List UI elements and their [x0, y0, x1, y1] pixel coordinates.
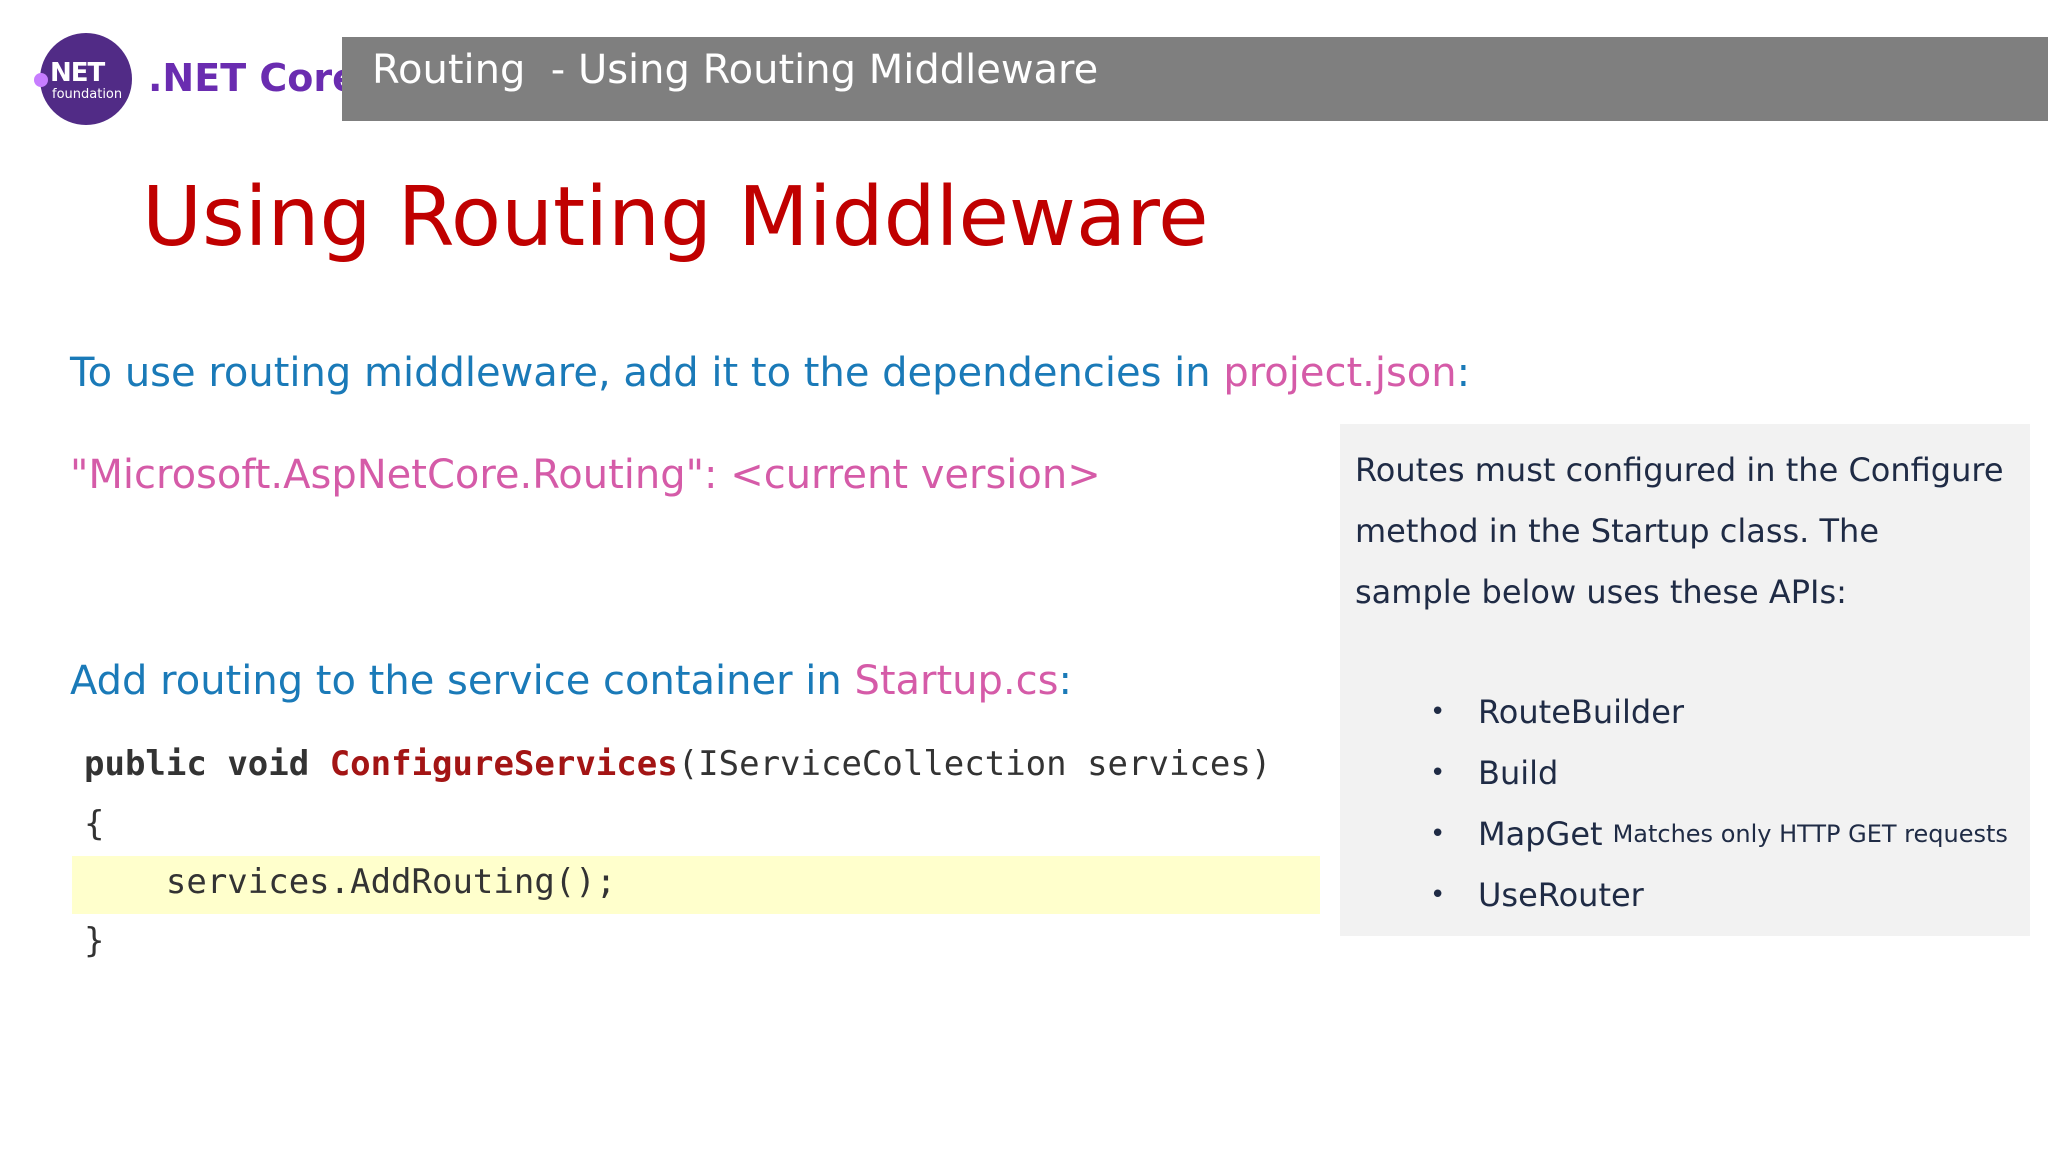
- logo-dot-icon: [34, 73, 48, 87]
- code-line-signature: public void ConfigureServices(IServiceCo…: [84, 744, 1271, 784]
- logo-net-text: NET: [50, 58, 105, 88]
- code-line-open-brace: {: [84, 804, 105, 844]
- bullet-icon: •: [1430, 757, 1446, 788]
- bullet-icon: •: [1430, 879, 1446, 910]
- service-filename: Startup.cs: [854, 658, 1059, 704]
- service-text-end: :: [1058, 658, 1072, 704]
- code-keyword-void: void: [227, 744, 310, 784]
- api-note: Matches only HTTP GET requests: [1612, 819, 2008, 848]
- brand-name: .NET Core: [148, 56, 358, 100]
- side-panel-description: Routes must configured in the Configure …: [1355, 451, 2004, 611]
- list-item: • MapGet Matches only HTTP GET requests: [1430, 803, 2008, 864]
- api-name: UseRouter: [1478, 875, 1644, 914]
- list-item: • RouteBuilder: [1430, 681, 2008, 742]
- slide-title: Using Routing Middleware: [142, 170, 1209, 265]
- list-item: • UseRouter: [1430, 864, 2008, 925]
- code-keyword-public: public: [84, 744, 207, 784]
- bullet-icon: •: [1430, 696, 1446, 727]
- intro-text-main: To use routing middleware, add it to the…: [70, 350, 1224, 396]
- api-name: MapGet: [1478, 814, 1603, 853]
- code-params: (IServiceCollection services): [677, 744, 1272, 784]
- api-name: RouteBuilder: [1478, 692, 1685, 731]
- api-name: Build: [1478, 753, 1559, 792]
- service-text: Add routing to the service container in …: [70, 658, 1072, 704]
- dependency-line: "Microsoft.AspNetCore.Routing": <current…: [70, 452, 1101, 498]
- bullet-icon: •: [1430, 818, 1446, 849]
- service-text-main: Add routing to the service container in: [70, 658, 855, 704]
- code-line-body: services.AddRouting();: [84, 862, 617, 902]
- intro-text: To use routing middleware, add it to the…: [70, 350, 1470, 396]
- logo-foundation-text: foundation: [52, 87, 123, 102]
- list-item: • Build: [1430, 742, 2008, 803]
- intro-text-end: :: [1456, 350, 1471, 396]
- code-method-name: ConfigureServices: [329, 744, 678, 784]
- code-line-close-brace: }: [84, 921, 105, 961]
- api-list: • RouteBuilder • Build • MapGet Matches only…: [1430, 681, 2008, 925]
- intro-filename: project.json: [1223, 350, 1457, 396]
- header-title: Routing - Using Routing Middleware: [372, 47, 1099, 93]
- slide: NET foundation .NET Core Routing - Using…: [0, 0, 2048, 1152]
